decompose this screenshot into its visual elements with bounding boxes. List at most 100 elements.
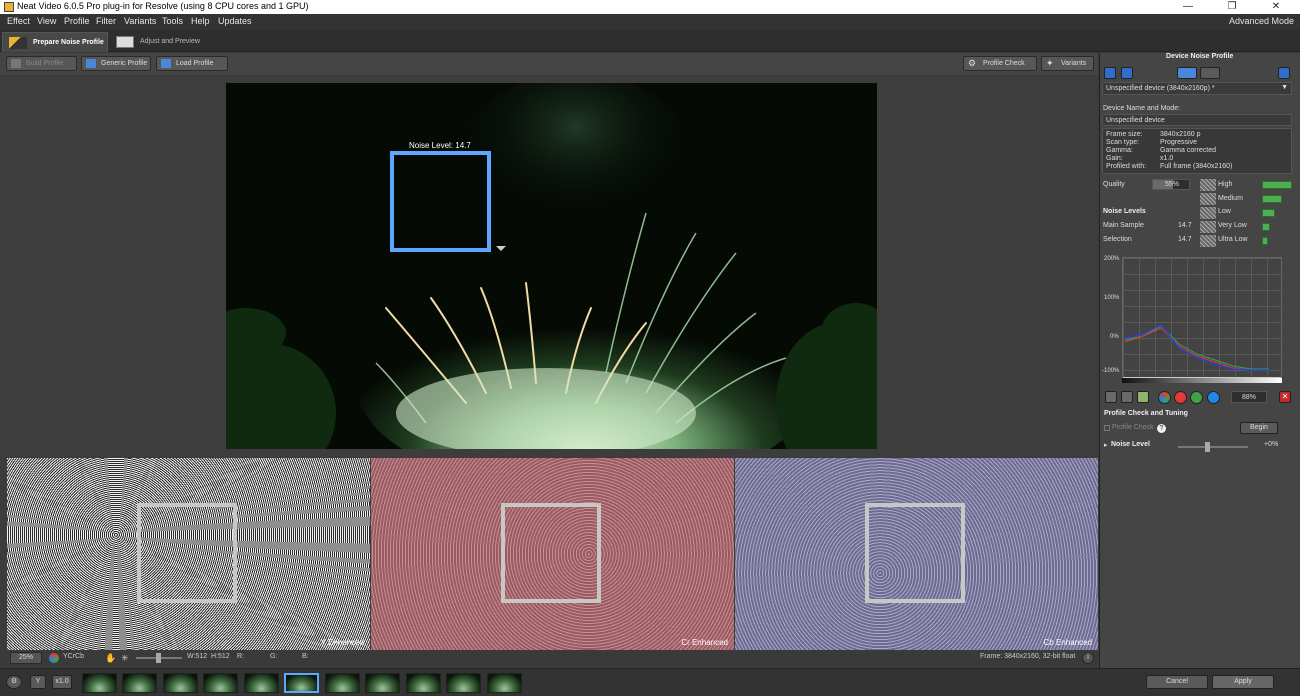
frame-thumbnail[interactable]	[203, 673, 238, 693]
restore-icon[interactable]: ❐	[1210, 0, 1254, 14]
frame-thumbnail[interactable]	[244, 673, 279, 693]
menu-profile[interactable]: Profile	[64, 16, 90, 26]
graph-tick: -100%	[1102, 368, 1120, 374]
info-key: Scan type:	[1106, 139, 1140, 146]
red-channel-icon[interactable]	[1174, 391, 1187, 404]
info-value: Gamma corrected	[1160, 147, 1217, 154]
build-profile-button[interactable]: Build Profile	[6, 56, 77, 71]
info-key: Profiled with:	[1106, 163, 1147, 170]
variants-button[interactable]: ✦ Variants	[1041, 56, 1094, 71]
build-profile-icon	[11, 59, 21, 68]
height-readout: H:512	[211, 653, 230, 660]
menu-effect[interactable]: Effect	[7, 16, 30, 26]
magic-tool-icon[interactable]: ✳	[121, 653, 129, 664]
frame-thumbnail[interactable]	[446, 673, 481, 693]
blue-channel-icon[interactable]	[1207, 391, 1220, 404]
channel-view-cb[interactable]: Cb Enhanced	[735, 458, 1098, 650]
device-dropdown[interactable]: Unspecified device (3840x2160p) * ▼	[1102, 82, 1292, 95]
noise-level-slider-thumb[interactable]	[1205, 442, 1210, 452]
channel-view-cr[interactable]: Cr Enhanced	[371, 458, 734, 650]
device-name-value: Unspecified device	[1106, 117, 1165, 124]
menu-help[interactable]: Help	[191, 16, 210, 26]
load-profile-button[interactable]: Load Profile	[156, 56, 228, 71]
apply-button[interactable]: Apply	[1212, 675, 1274, 689]
reset-graph-icon[interactable]: ✕	[1279, 391, 1291, 403]
fireworks-scene-graphic	[226, 83, 877, 449]
filter-icon[interactable]: Y	[30, 675, 46, 689]
freq-ultralow-thumbnail	[1200, 235, 1216, 247]
save-profile-icon[interactable]	[1121, 67, 1133, 79]
begin-button[interactable]: Begin	[1240, 422, 1278, 434]
graph-tool-icon[interactable]	[1105, 391, 1117, 403]
frame-thumbnail-selected[interactable]	[284, 673, 319, 693]
noise-level-slider[interactable]	[1178, 446, 1248, 448]
info-icon[interactable]: i	[1082, 652, 1094, 664]
freq-medium-bar	[1262, 195, 1282, 203]
hand-tool-icon[interactable]: ✋	[105, 653, 116, 664]
freq-medium-thumbnail	[1200, 193, 1216, 205]
channel-view-y[interactable]: Y Enhanced	[7, 458, 370, 650]
frame-thumbnail[interactable]	[487, 673, 522, 693]
frame-thumbnail[interactable]	[122, 673, 157, 693]
menu-filter[interactable]: Filter	[96, 16, 116, 26]
freq-low-label: Low	[1218, 208, 1231, 215]
close-icon[interactable]: ✕	[1254, 0, 1298, 14]
button-label: Build Profile	[26, 60, 64, 67]
profile-check-checkbox[interactable]	[1104, 425, 1110, 431]
advanced-mode-toggle[interactable]: Advanced Mode	[1229, 16, 1294, 26]
frame-thumbnail[interactable]	[406, 673, 441, 693]
minimize-icon[interactable]: —	[1166, 0, 1210, 14]
menu-bar: Effect View Profile Filter Variants Tool…	[0, 14, 1300, 30]
quality-meter: 55%	[1152, 179, 1190, 190]
check-dropdown-icon[interactable]	[1177, 67, 1197, 79]
cancel-button[interactable]: Cancel	[1146, 675, 1208, 689]
help-icon[interactable]: ?	[1157, 424, 1166, 433]
menu-updates[interactable]: Updates	[218, 16, 252, 26]
fireworks-preview-image[interactable]	[226, 83, 877, 449]
device-name-label: Device Name and Mode:	[1103, 105, 1181, 112]
tab-adjust-and-preview[interactable]: Adjust and Preview	[110, 32, 210, 52]
frame-thumbnail[interactable]	[82, 673, 117, 693]
graph-tick: 0%	[1110, 334, 1119, 340]
all-channels-icon[interactable]	[1158, 391, 1171, 404]
channel-selection-box	[137, 503, 237, 603]
filmstrip-scale[interactable]: x1.0	[52, 675, 72, 689]
info-value: 3840x2160 p	[1160, 131, 1201, 138]
channel-selection-box	[501, 503, 601, 603]
title-bar: Neat Video 6.0.5 Pro plug-in for Resolve…	[0, 0, 1300, 14]
filmstrip-bar: ⚙ Y x1.0 Cancel Apply	[0, 668, 1300, 696]
preview-icon	[116, 36, 134, 48]
tab-prepare-noise-profile[interactable]: Prepare Noise Profile	[2, 32, 108, 52]
menu-tools[interactable]: Tools	[162, 16, 183, 26]
freq-high-label: High	[1218, 181, 1233, 188]
help-icon[interactable]	[1278, 67, 1290, 79]
graph-tool-icon[interactable]	[1137, 391, 1149, 403]
freq-ultralow-bar	[1262, 237, 1268, 245]
noise-frequency-graph[interactable]	[1122, 257, 1282, 383]
frame-thumbnail[interactable]	[163, 673, 198, 693]
zoom-dropdown[interactable]: 25%	[10, 652, 42, 664]
noise-level-setting-label: Noise Level	[1111, 441, 1150, 448]
menu-variants[interactable]: Variants	[124, 16, 156, 26]
device-name-input[interactable]: Unspecified device	[1102, 114, 1292, 126]
generic-profile-button[interactable]: Generic Profile	[81, 56, 151, 71]
tools-dropdown-icon[interactable]	[1200, 67, 1220, 79]
open-profile-icon[interactable]	[1104, 67, 1116, 79]
selection-box[interactable]	[390, 151, 491, 252]
profile-check-button[interactable]: ⚙ Profile Check	[963, 56, 1037, 71]
frame-thumbnail[interactable]	[325, 673, 360, 693]
tab-label: Adjust and Preview	[140, 38, 200, 45]
colorspace-dropdown[interactable]: YCrCb	[63, 653, 84, 660]
brightness-slider-thumb[interactable]	[156, 653, 161, 663]
graph-tool-icon[interactable]	[1121, 391, 1133, 403]
graph-gradient-strip	[1122, 378, 1282, 383]
green-channel-icon[interactable]	[1190, 391, 1203, 404]
expand-arrow-icon[interactable]: ▸	[1104, 441, 1108, 449]
graph-percent-field[interactable]: 88%	[1231, 391, 1267, 403]
menu-view[interactable]: View	[37, 16, 56, 26]
freq-high-thumbnail	[1200, 179, 1216, 191]
selection-menu-arrow-icon[interactable]	[496, 246, 506, 251]
frame-thumbnail[interactable]	[365, 673, 400, 693]
settings-icon[interactable]: ⚙	[6, 675, 22, 689]
device-dropdown-value: Unspecified device (3840x2160p) *	[1106, 85, 1215, 92]
